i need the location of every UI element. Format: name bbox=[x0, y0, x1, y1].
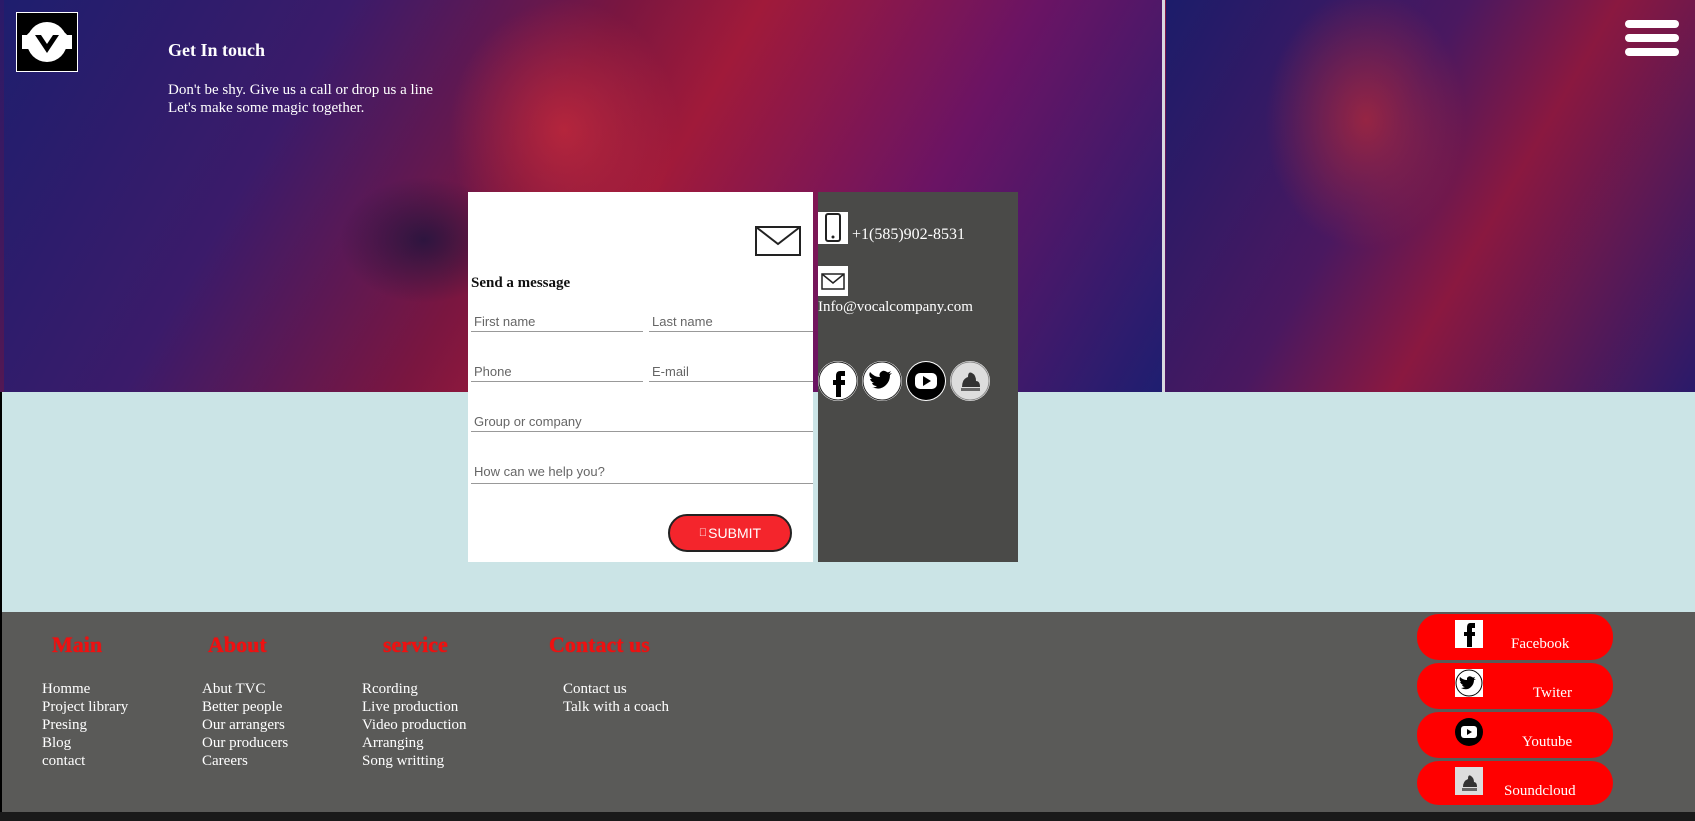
message-field[interactable]: How can we help you? bbox=[471, 460, 813, 484]
footer-link[interactable]: Video production bbox=[362, 716, 467, 734]
footer-heading-contact: Contact us bbox=[549, 632, 650, 657]
footer-heading-service: service bbox=[383, 632, 448, 657]
footer-heading-main: Main bbox=[52, 632, 103, 657]
form-heading: Send a message bbox=[471, 275, 571, 291]
footer-link[interactable]: Our arrangers bbox=[202, 716, 288, 734]
first-name-field[interactable]: First name bbox=[471, 310, 643, 332]
submit-button[interactable]:  SUBMIT bbox=[668, 514, 792, 552]
footer-link[interactable]: Song writting bbox=[362, 752, 467, 770]
phone-field[interactable]: Phone bbox=[471, 360, 643, 382]
submit-label: SUBMIT bbox=[704, 525, 761, 541]
footer-column-about: Abut TVC Better people Our arrangers Our… bbox=[202, 680, 288, 770]
subtitle-line-2: Let's make some magic together. bbox=[168, 100, 365, 116]
page-title: Get In touch bbox=[168, 40, 266, 60]
twitter-icon bbox=[1455, 669, 1483, 697]
site-logo[interactable] bbox=[16, 12, 78, 72]
footer-link[interactable]: Better people bbox=[202, 698, 288, 716]
site-footer: Main About service Contact us Homme Proj… bbox=[2, 612, 1695, 812]
submit-icon:  bbox=[699, 527, 707, 539]
phone-icon bbox=[818, 212, 848, 244]
logo-icon bbox=[22, 22, 72, 62]
envelope-icon bbox=[755, 226, 801, 256]
footer-column-main: Homme Project library Presing Blog conta… bbox=[42, 680, 128, 770]
footer-link[interactable]: Live production bbox=[362, 698, 467, 716]
soundcloud-icon[interactable] bbox=[950, 361, 990, 401]
subtitle-line-1: Don't be shy. Give us a call or drop us … bbox=[168, 82, 434, 98]
footer-link[interactable]: Rcording bbox=[362, 680, 467, 698]
twitter-icon[interactable] bbox=[862, 361, 902, 401]
youtube-icon[interactable] bbox=[906, 361, 946, 401]
hero-image-right bbox=[1166, 0, 1695, 392]
footer-heading-about: About bbox=[208, 632, 267, 657]
footer-link[interactable]: Contact us bbox=[563, 680, 669, 698]
youtube-label: Youtube bbox=[1522, 734, 1573, 750]
bottom-bar bbox=[0, 812, 1695, 821]
footer-youtube-button[interactable]: Youtube bbox=[1417, 712, 1613, 758]
email-field[interactable]: E-mail bbox=[649, 360, 813, 382]
company-field[interactable]: Group or company bbox=[471, 410, 813, 432]
footer-link[interactable]: Abut TVC bbox=[202, 680, 288, 698]
page-subtitle: Don't be shy. Give us a call or drop us … bbox=[168, 81, 433, 117]
footer-link[interactable]: Presing bbox=[42, 716, 128, 734]
footer-column-service: Rcording Live production Video productio… bbox=[362, 680, 467, 770]
soundcloud-icon bbox=[1455, 767, 1483, 795]
footer-facebook-button[interactable]: Facebook bbox=[1417, 614, 1613, 660]
footer-link[interactable]: Careers bbox=[202, 752, 288, 770]
facebook-label: Facebook bbox=[1511, 636, 1570, 652]
footer-soundcloud-button[interactable]: Soundcloud bbox=[1417, 761, 1613, 805]
hero-divider bbox=[1162, 0, 1165, 392]
contact-email[interactable]: Info@vocalcompany.com bbox=[818, 299, 973, 316]
soundcloud-label: Soundcloud bbox=[1504, 783, 1576, 799]
footer-link[interactable]: Arranging bbox=[362, 734, 467, 752]
mail-icon bbox=[818, 266, 848, 296]
hamburger-menu-icon[interactable] bbox=[1625, 20, 1679, 62]
twitter-label: Twiter bbox=[1533, 685, 1572, 701]
footer-link[interactable]: Homme bbox=[42, 680, 128, 698]
youtube-icon bbox=[1455, 718, 1483, 746]
footer-link[interactable]: Project library bbox=[42, 698, 128, 716]
facebook-icon bbox=[1455, 620, 1483, 648]
contact-phone[interactable]: +1(585)902-8531 bbox=[852, 226, 965, 244]
footer-link[interactable]: contact bbox=[42, 752, 128, 770]
footer-twitter-button[interactable]: Twiter bbox=[1417, 663, 1613, 709]
last-name-field[interactable]: Last name bbox=[649, 310, 813, 332]
footer-column-contact: Contact us Talk with a coach bbox=[563, 680, 669, 716]
footer-link[interactable]: Blog bbox=[42, 734, 128, 752]
contact-form: Send a message First name Last name Phon… bbox=[468, 192, 813, 562]
facebook-icon[interactable] bbox=[818, 361, 858, 401]
footer-link[interactable]: Talk with a coach bbox=[563, 698, 669, 716]
footer-link[interactable]: Our producers bbox=[202, 734, 288, 752]
